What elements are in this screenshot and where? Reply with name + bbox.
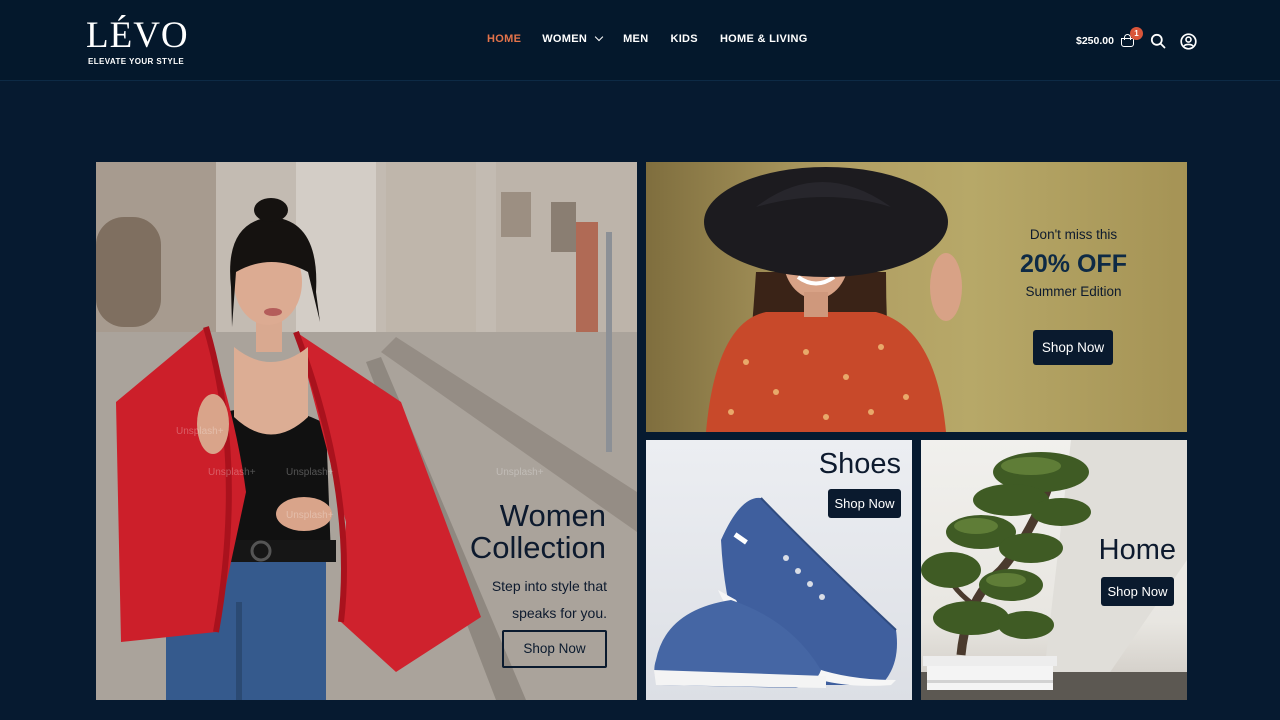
account-icon[interactable] <box>1180 32 1197 50</box>
women-title-line1: Women <box>499 498 606 533</box>
cart-icon[interactable]: 1 <box>1120 27 1143 49</box>
svg-text:Unsplash+: Unsplash+ <box>286 510 334 521</box>
cart-total[interactable]: $250.00 <box>1076 35 1114 47</box>
nav-item-women-label: WOMEN <box>542 33 588 45</box>
nav-item-men[interactable]: MEN <box>623 33 648 45</box>
main-nav: HOME WOMEN MEN KIDS HOME & LIVING <box>487 32 808 45</box>
search-icon[interactable] <box>1150 33 1166 49</box>
logo-wordmark: LÉVO <box>86 15 189 56</box>
header-actions: $250.00 1 <box>1076 27 1197 52</box>
nav-item-home[interactable]: HOME <box>487 33 521 45</box>
logo-tagline: ELEVATE YOUR STYLE <box>88 57 185 66</box>
shoes-shop-now-button[interactable]: Shop Now <box>828 489 901 518</box>
women-title-line2: Collection <box>469 530 606 565</box>
women-shop-now-button[interactable]: Shop Now <box>502 630 607 668</box>
home-photo <box>921 440 1187 700</box>
women-subtitle-line1: Step into style that <box>491 578 607 594</box>
women-collection-title: Women Collection <box>436 500 606 564</box>
svg-text:Unsplash+: Unsplash+ <box>496 467 544 478</box>
logo[interactable]: LÉVO ELEVATE YOUR STYLE <box>86 15 189 67</box>
cart-count-badge: 1 <box>1129 27 1143 40</box>
women-collection-subtitle: Step into style that speaks for you. <box>426 573 607 627</box>
nav-item-kids[interactable]: KIDS <box>670 33 697 45</box>
shoes-title: Shoes <box>818 448 901 480</box>
summer-shop-now-button[interactable]: Shop Now <box>1033 330 1113 365</box>
women-subtitle-line2: speaks for you. <box>512 605 607 621</box>
svg-text:Unsplash+: Unsplash+ <box>286 467 334 478</box>
home-title: Home <box>1098 534 1176 566</box>
svg-text:Unsplash+: Unsplash+ <box>208 467 256 478</box>
women-collection-banner[interactable]: Unsplash+ Unsplash+ Unsplash+ Unsplash+ … <box>96 162 637 700</box>
summer-headline: 20% OFF <box>1020 250 1127 278</box>
summer-sale-banner[interactable]: Don't miss this 20% OFF Summer Edition S… <box>646 162 1187 432</box>
svg-text:Unsplash+: Unsplash+ <box>176 426 224 437</box>
site-header: LÉVO ELEVATE YOUR STYLE HOME WOMEN MEN K… <box>0 0 1280 81</box>
home-banner[interactable]: Home Shop Now <box>921 440 1187 700</box>
summer-subtitle: Summer Edition <box>1025 284 1122 299</box>
shoes-banner[interactable]: Shoes Shop Now <box>646 440 912 700</box>
chevron-down-icon <box>594 32 604 42</box>
nav-item-home-living[interactable]: HOME & LIVING <box>720 33 808 45</box>
home-shop-now-button[interactable]: Shop Now <box>1101 577 1174 606</box>
nav-item-women[interactable]: WOMEN <box>542 32 604 45</box>
summer-pretitle: Don't miss this <box>1029 227 1118 242</box>
